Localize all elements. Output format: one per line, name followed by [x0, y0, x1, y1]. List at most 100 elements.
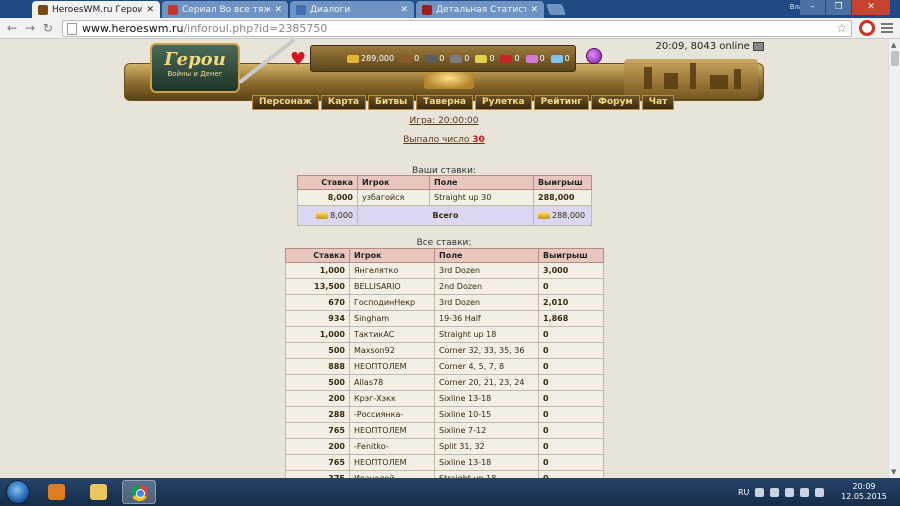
nav-chat[interactable]: Чат — [641, 95, 675, 110]
tab-heroeswm[interactable]: HeroesWM.ru Герои войн ✕ — [32, 1, 160, 18]
gold-icon — [316, 212, 329, 219]
player-cell[interactable]: Singham — [349, 310, 435, 327]
column-header: Ставка — [297, 175, 358, 190]
tab-series[interactable]: Сериал Во все тяжкие 4 ✕ — [162, 1, 288, 18]
tab-close-icon[interactable]: ✕ — [274, 5, 282, 15]
chrome-icon — [131, 485, 148, 501]
logo-title: Герои — [164, 49, 226, 70]
minimize-button[interactable]: – — [800, 0, 825, 15]
new-tab-button[interactable] — [545, 4, 567, 15]
bet-cell: 765 — [285, 454, 350, 471]
nav-rating[interactable]: Рейтинг — [533, 95, 590, 110]
logo-subtitle: Войны и Денег — [167, 70, 223, 78]
table-row: 200 -Fenitko- Split 31, 32 0 — [285, 438, 604, 455]
win-cell: 2,010 — [538, 294, 604, 311]
back-arrow-icon[interactable]: ← — [4, 20, 20, 36]
wood-icon — [400, 54, 413, 63]
player-cell[interactable]: Maxson92 — [349, 342, 435, 359]
nav-character[interactable]: Персонаж — [252, 95, 319, 110]
nav-roulette[interactable]: Рулетка — [475, 95, 532, 110]
mana-potion-icon[interactable] — [586, 48, 602, 64]
nav-tavern[interactable]: Таверна — [416, 95, 473, 110]
tray-volume-icon[interactable] — [815, 487, 825, 497]
diamond-icon — [550, 54, 563, 63]
table-row: 13,500 BELLISARIO 2nd Dozen 0 — [285, 278, 604, 295]
tab-dialogs[interactable]: Диалоги ✕ — [290, 1, 414, 18]
result-line[interactable]: Выпало число 30 — [0, 135, 888, 145]
resource-mercury: 0 — [450, 54, 469, 63]
bet-cell: 8,000 — [297, 189, 358, 206]
player-cell[interactable]: -Россиянка- — [349, 406, 435, 423]
tab-close-icon[interactable]: ✕ — [530, 5, 538, 15]
player-cell[interactable]: НЕОПТОЛЕМ — [349, 358, 435, 375]
tab-close-icon[interactable]: ✕ — [400, 5, 408, 15]
bet-cell: 13,500 — [285, 278, 350, 295]
forward-arrow-icon[interactable]: → — [22, 20, 38, 36]
start-button[interactable] — [6, 480, 30, 504]
table-header-row: Ставка Игрок Поле Выигрыш — [285, 248, 604, 263]
win-cell: 0 — [538, 422, 604, 439]
player-cell[interactable]: ГосподинНекр — [349, 294, 435, 311]
player-cell[interactable]: Иванэлой — [349, 470, 435, 478]
win-cell: 0 — [538, 374, 604, 391]
extension-icon[interactable] — [859, 20, 875, 36]
table-row: 375ИванэлойStraight up 180 — [285, 470, 604, 478]
nav-forum[interactable]: Форум — [591, 95, 640, 110]
bookmark-star-icon[interactable]: ☆ — [836, 21, 847, 35]
tab-statistics[interactable]: Детальная Статистика Ру ✕ — [416, 1, 544, 18]
field-cell: 19-36 Half — [434, 310, 539, 327]
table-row: 1,000 Янгелятко 3rd Dozen 3,000 — [285, 262, 604, 279]
bet-cell: 888 — [285, 358, 350, 375]
health-heart-icon[interactable]: ♥ — [290, 49, 306, 70]
reload-icon[interactable]: ↻ — [40, 20, 56, 36]
bet-cell: 765 — [285, 422, 350, 439]
player-cell[interactable]: Крэг-Хэкк — [349, 390, 435, 407]
game-time-link[interactable]: Игра: 20:00:00 — [0, 116, 888, 126]
gold-icon — [347, 54, 359, 63]
taskbar-clock[interactable]: 20:09 12.05.2015 — [838, 482, 890, 502]
scroll-down-icon[interactable]: ▼ — [891, 468, 896, 476]
tray-network-icon[interactable] — [800, 487, 810, 497]
page-scrollbar[interactable]: ▲ ▼ — [888, 39, 900, 478]
tab-close-icon[interactable]: ✕ — [146, 5, 154, 15]
player-cell[interactable]: узбагойся — [357, 189, 430, 206]
address-bar[interactable]: www.heroeswm.ru /inforoul.php?id=2385750… — [62, 20, 852, 37]
maximize-button[interactable]: ❐ — [826, 0, 851, 15]
taskbar-explorer[interactable] — [82, 480, 116, 504]
scroll-up-icon[interactable]: ▲ — [891, 41, 896, 49]
field-cell: Sixline 10-15 — [434, 406, 539, 423]
my-bets-table: Ставка Игрок Поле Выигрыш 8,000 узбагойс… — [297, 175, 592, 226]
browser-tab-strip: HeroesWM.ru Герои войн ✕ Сериал Во все т… — [0, 0, 900, 18]
tray-tools-icon[interactable] — [755, 487, 765, 497]
all-bets-title: Все ставки: — [416, 238, 472, 248]
player-cell[interactable]: Янгелятко — [349, 262, 435, 279]
player-cell[interactable]: НЕОПТОЛЕМ — [349, 422, 435, 439]
nav-map[interactable]: Карта — [320, 95, 367, 110]
column-header: Поле — [434, 248, 539, 263]
player-cell[interactable]: ТактикАС — [349, 326, 435, 343]
nav-battles[interactable]: Битвы — [368, 95, 415, 110]
crystal-icon — [500, 54, 513, 63]
column-header: Выигрыш — [533, 175, 592, 190]
language-indicator[interactable]: RU — [738, 488, 749, 497]
monitor-icon[interactable] — [753, 41, 764, 51]
bet-cell: 1,000 — [285, 262, 350, 279]
player-cell[interactable]: -Fenitko- — [349, 438, 435, 455]
chrome-menu-icon[interactable] — [881, 21, 893, 35]
win-cell: 0 — [538, 470, 604, 478]
player-cell[interactable]: BELLISARIO — [349, 278, 435, 295]
taskbar-media-player[interactable] — [40, 480, 74, 504]
scroll-thumb[interactable] — [891, 51, 899, 66]
field-cell: Straight up 30 — [429, 189, 534, 206]
total-label: Всего — [357, 205, 534, 226]
resource-ore: 0 — [425, 54, 444, 63]
win-cell: 0 — [538, 454, 604, 471]
taskbar-chrome[interactable] — [122, 480, 156, 504]
player-cell[interactable]: НЕОПТОЛЕМ — [349, 454, 435, 471]
player-cell[interactable]: Allas78 — [349, 374, 435, 391]
table-header-row: Ставка Игрок Поле Выигрыш — [297, 175, 592, 190]
tray-power-icon[interactable] — [785, 487, 795, 497]
close-window-button[interactable]: ✕ — [852, 0, 890, 15]
game-logo[interactable]: Герои Войны и Денег — [150, 43, 240, 93]
tray-flag-icon[interactable] — [770, 487, 780, 497]
